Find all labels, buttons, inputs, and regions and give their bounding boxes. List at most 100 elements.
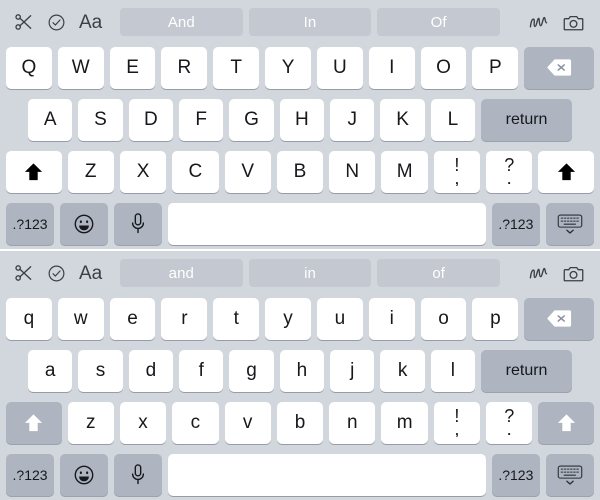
text-format-icon[interactable]: Aa — [79, 13, 102, 32]
key-u-lower[interactable]: u — [316, 297, 363, 340]
key-y-upper[interactable]: Y — [265, 46, 311, 89]
key-a-upper[interactable]: A — [28, 98, 73, 141]
emoji-key-lower[interactable] — [60, 453, 109, 496]
suggestion-chip-3[interactable]: of — [377, 259, 501, 287]
key-j-lower[interactable]: j — [330, 349, 375, 392]
key-s-upper[interactable]: S — [78, 98, 123, 141]
keyboard-row-2-upper: A S D F G H J K L return — [4, 96, 596, 143]
numeric-key-left-lower[interactable]: .?123 — [6, 453, 55, 496]
key-u-upper[interactable]: U — [316, 46, 363, 89]
exclamation-glyph: ! — [454, 405, 460, 426]
key-w-lower[interactable]: w — [57, 297, 104, 340]
key-n-lower[interactable]: n — [329, 401, 376, 444]
key-v-lower[interactable]: v — [224, 401, 271, 444]
key-p-lower[interactable]: p — [472, 297, 519, 340]
key-z-upper[interactable]: Z — [67, 150, 114, 193]
key-w-upper[interactable]: W — [57, 46, 104, 89]
key-e-lower[interactable]: e — [109, 297, 156, 340]
shift-key-right-lower[interactable] — [538, 401, 594, 444]
key-y-lower[interactable]: y — [265, 297, 311, 340]
key-o-lower[interactable]: o — [420, 297, 467, 340]
key-x-lower[interactable]: x — [119, 401, 167, 444]
key-j-upper[interactable]: J — [330, 98, 375, 141]
shift-key-upper[interactable] — [6, 150, 62, 193]
text-format-icon[interactable]: Aa — [79, 264, 102, 283]
suggestion-chip-1[interactable]: And — [120, 8, 243, 36]
scribble-icon[interactable] — [528, 13, 549, 31]
dictation-key-upper[interactable] — [114, 202, 163, 245]
check-circle-icon[interactable] — [47, 264, 66, 283]
shift-icon — [556, 413, 577, 433]
key-n-upper[interactable]: N — [329, 150, 376, 193]
space-key-upper[interactable] — [168, 202, 486, 245]
key-rows-lower: q w e r t y u i o p a s d f g h j k l re… — [0, 295, 600, 500]
uppercase-keyboard: Aa And In Of Q W E R T Y U I O P A S D F… — [0, 0, 600, 249]
key-i-lower[interactable]: i — [368, 297, 415, 340]
key-t-lower[interactable]: t — [213, 297, 260, 340]
key-p-upper[interactable]: P — [472, 46, 519, 89]
key-r-upper[interactable]: R — [161, 46, 208, 89]
key-x-upper[interactable]: X — [119, 150, 167, 193]
key-g-upper[interactable]: G — [229, 98, 274, 141]
emoji-key-upper[interactable] — [60, 202, 109, 245]
key-m-lower[interactable]: m — [381, 401, 428, 444]
key-question-period-lower[interactable]: ? . — [486, 401, 533, 444]
numeric-key-right-lower[interactable]: .?123 — [491, 453, 540, 496]
suggestion-chip-2[interactable]: In — [248, 8, 372, 36]
key-q-lower[interactable]: q — [6, 297, 52, 340]
key-c-upper[interactable]: C — [172, 150, 219, 193]
dictation-key-lower[interactable] — [114, 453, 163, 496]
key-i-upper[interactable]: I — [368, 46, 415, 89]
key-v-upper[interactable]: V — [224, 150, 271, 193]
key-o-upper[interactable]: O — [420, 46, 467, 89]
shift-key-right-upper[interactable] — [538, 150, 594, 193]
backspace-key-lower[interactable] — [524, 297, 594, 340]
shift-key-lower[interactable] — [6, 401, 62, 444]
key-s-lower[interactable]: s — [78, 349, 123, 392]
scissors-icon[interactable] — [14, 263, 34, 283]
key-z-lower[interactable]: z — [67, 401, 114, 444]
key-f-lower[interactable]: f — [179, 349, 224, 392]
numeric-key-left-upper[interactable]: .?123 — [6, 202, 55, 245]
dismiss-keyboard-key-upper[interactable] — [545, 202, 595, 245]
suggestion-chip-2[interactable]: in — [248, 259, 372, 287]
key-k-lower[interactable]: k — [380, 349, 425, 392]
key-b-upper[interactable]: B — [276, 150, 324, 193]
key-r-lower[interactable]: r — [161, 297, 208, 340]
period-glyph: . — [507, 171, 512, 187]
key-h-lower[interactable]: h — [279, 349, 325, 392]
backspace-key-upper[interactable] — [524, 46, 594, 89]
camera-icon[interactable] — [563, 264, 584, 283]
key-question-period-upper[interactable]: ? . — [486, 150, 533, 193]
return-key-upper[interactable]: return — [481, 98, 572, 141]
key-c-lower[interactable]: c — [172, 401, 219, 444]
return-key-lower[interactable]: return — [481, 349, 572, 392]
key-m-upper[interactable]: M — [381, 150, 428, 193]
suggestion-chip-1[interactable]: and — [120, 259, 243, 287]
key-b-lower[interactable]: b — [276, 401, 324, 444]
check-circle-icon[interactable] — [47, 13, 66, 32]
suggestion-chip-3[interactable]: Of — [377, 8, 501, 36]
comma-glyph: , — [455, 171, 459, 187]
suggestion-bar-upper: And In Of — [120, 7, 501, 37]
key-l-lower[interactable]: l — [430, 349, 476, 392]
scissors-icon[interactable] — [14, 12, 34, 32]
key-l-upper[interactable]: L — [430, 98, 476, 141]
key-d-lower[interactable]: d — [128, 349, 174, 392]
key-g-lower[interactable]: g — [229, 349, 274, 392]
scribble-icon[interactable] — [528, 264, 549, 282]
key-f-upper[interactable]: F — [179, 98, 224, 141]
key-e-upper[interactable]: E — [109, 46, 156, 89]
numeric-key-right-upper[interactable]: .?123 — [491, 202, 540, 245]
key-a-lower[interactable]: a — [28, 349, 73, 392]
key-k-upper[interactable]: K — [380, 98, 425, 141]
camera-icon[interactable] — [563, 13, 584, 32]
key-h-upper[interactable]: H — [279, 98, 325, 141]
key-t-upper[interactable]: T — [213, 46, 260, 89]
key-d-upper[interactable]: D — [128, 98, 174, 141]
key-exclamation-comma-lower[interactable]: ! , — [433, 401, 481, 444]
dismiss-keyboard-key-lower[interactable] — [545, 453, 595, 496]
space-key-lower[interactable] — [168, 453, 486, 496]
key-q-upper[interactable]: Q — [6, 46, 52, 89]
key-exclamation-comma-upper[interactable]: ! , — [433, 150, 481, 193]
